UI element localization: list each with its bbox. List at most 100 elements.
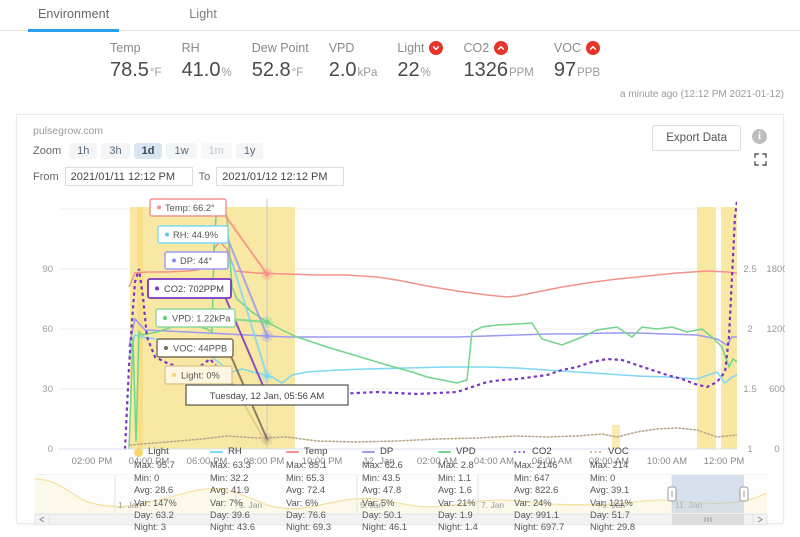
y-axis-right-vpd: 1 1.5 2 2.5 <box>743 264 756 455</box>
metric-vpd-number: 2.0 <box>329 59 357 81</box>
y-axis-left: 0 30 60 90 <box>42 264 53 455</box>
legend-light-var: Var: 147% <box>134 497 210 509</box>
legend-co2-day: Day: 991.1 <box>514 509 590 521</box>
y-left-tick-60: 60 <box>42 324 53 335</box>
metric-co2-label-text: CO2 <box>463 41 489 55</box>
metric-rh-number: 41.0 <box>182 59 221 81</box>
y-vpd-tick-1-5: 1.5 <box>743 384 756 395</box>
metric-vpd-label: VPD <box>329 40 378 56</box>
metric-light-value: 22% <box>397 59 443 82</box>
chart-credit: pulsegrow.com <box>33 125 103 137</box>
legend-name-voc: VOC <box>608 446 629 458</box>
point-label-vpd: VPD: 1.22kPa <box>156 309 235 327</box>
legend-rh-night: Night: 43.6 <box>210 521 286 533</box>
legend-item-vpd[interactable]: VPD Max: 2.8 Min: 1.1 Avg: 1.6 Var: 21% … <box>438 446 514 536</box>
y-co2-tick-1800: 1800 <box>766 264 785 275</box>
metric-rh-label: RH <box>182 40 232 56</box>
point-label-light-text: Light: 0% <box>181 371 220 381</box>
metric-dew-point: Dew Point 52.8°F <box>252 40 309 82</box>
legend-rh-var: Var: 7% <box>210 497 286 509</box>
metric-co2-unit: PPM <box>509 67 534 79</box>
metric-temp-number: 78.5 <box>110 59 149 81</box>
dp-swatch-icon <box>362 451 375 454</box>
legend-temp-min: Min: 65.3 <box>286 472 362 484</box>
export-data-button[interactable]: Export Data <box>652 125 741 151</box>
from-label: From <box>33 171 59 183</box>
zoom-button-1d[interactable]: 1d <box>134 143 163 159</box>
legend-item-co2[interactable]: CO2 Max: 2146 Min: 647 Avg: 822.6 Var: 2… <box>514 446 590 536</box>
metric-co2: CO2 1326PPM <box>463 40 533 82</box>
legend-temp-day: Day: 76.6 <box>286 509 362 521</box>
legend-item-rh[interactable]: RH Max: 63.3 Min: 32.2 Avg: 41.9 Var: 7%… <box>210 446 286 536</box>
to-label: To <box>199 171 211 183</box>
point-label-vpd-text: VPD: 1.22kPa <box>172 314 231 324</box>
legend-head-rh: RH <box>210 446 286 458</box>
info-icon[interactable]: i <box>752 129 767 144</box>
legend-name-co2: CO2 <box>532 446 552 458</box>
legend-name-temp: Temp <box>304 446 327 458</box>
metric-vpd-value: 2.0kPa <box>329 59 378 82</box>
tab-environment[interactable]: Environment <box>28 0 119 32</box>
point-label-co2-text: CO2: 702PPM <box>164 284 224 294</box>
legend-temp-max: Max: 85.1 <box>286 459 362 471</box>
legend-item-dp[interactable]: DP Max: 62.6 Min: 43.5 Avg: 47.8 Var: 5%… <box>362 446 438 536</box>
metrics-summary: Temp 78.5°F RH 41.0% Dew Point <box>0 31 800 109</box>
y-left-tick-30: 30 <box>42 384 53 395</box>
metric-co2-label: CO2 <box>463 40 533 56</box>
metric-light-label: Light <box>397 40 443 56</box>
fullscreen-icon[interactable] <box>754 153 767 166</box>
crosshair-tooltip-text: Tuesday, 12 Jan, 05:56 AM <box>210 391 325 402</box>
legend-item-temp[interactable]: Temp Max: 85.1 Min: 65.3 Avg: 72.4 Var: … <box>286 446 362 536</box>
legend-vpd-avg: Avg: 1.6 <box>438 484 514 496</box>
crosshair-tooltip: Tuesday, 12 Jan, 05:56 AM <box>186 385 348 405</box>
legend-co2-min: Min: 647 <box>514 472 590 484</box>
legend-dp-night: Night: 46.1 <box>362 521 438 533</box>
legend-head-temp: Temp <box>286 446 362 458</box>
chevron-down-icon <box>429 41 443 55</box>
zoom-range-selector: Zoom 1h 3h 1d 1w 1m 1y <box>33 143 263 159</box>
legend-name-vpd: VPD <box>456 446 476 458</box>
legend-light-avg: Avg: 28.6 <box>134 484 210 496</box>
legend-voc-day: Day: 51.7 <box>590 509 666 521</box>
y-co2-tick-600: 600 <box>769 384 785 395</box>
zoom-button-1m: 1m <box>201 143 232 159</box>
metric-voc-value: 97PPB <box>554 59 600 82</box>
y-vpd-tick-2: 2 <box>747 324 752 335</box>
legend-voc-night: Night: 29.8 <box>590 521 666 533</box>
zoom-button-1w[interactable]: 1w <box>166 143 196 159</box>
metric-temp-value: 78.5°F <box>110 59 162 82</box>
chevron-up-icon <box>586 41 600 55</box>
point-label-rh-text: RH: 44.9% <box>173 230 218 240</box>
legend-dp-var: Var: 5% <box>362 497 438 509</box>
metric-rh: RH 41.0% <box>182 40 232 82</box>
zoom-button-1y[interactable]: 1y <box>236 143 264 159</box>
point-label-temp-text: Temp: 66.2° <box>165 203 215 213</box>
legend-co2-avg: Avg: 822.6 <box>514 484 590 496</box>
zoom-button-1h[interactable]: 1h <box>69 143 97 159</box>
metric-dew-point-label-text: Dew Point <box>252 41 309 55</box>
voc-swatch-icon <box>590 451 603 454</box>
point-label-voc: VOC: 44PPB <box>157 339 233 357</box>
y-left-tick-90: 90 <box>42 264 53 275</box>
legend-head-co2: CO2 <box>514 446 590 458</box>
metric-voc: VOC 97PPB <box>554 40 600 82</box>
legend-co2-night: Night: 697.7 <box>514 521 590 533</box>
legend-item-voc[interactable]: VOC Max: 214 Min: 0 Avg: 39.1 Var: 121% … <box>590 446 666 536</box>
zoom-button-3h[interactable]: 3h <box>101 143 129 159</box>
metric-voc-unit: PPB <box>577 67 600 79</box>
legend-dp-min: Min: 43.5 <box>362 472 438 484</box>
legend-light-max: Max: 95.7 <box>134 459 210 471</box>
metric-dew-point-value: 52.8°F <box>252 59 309 82</box>
metric-vpd: VPD 2.0kPa <box>329 40 378 82</box>
legend-item-light[interactable]: Light Max: 95.7 Min: 0 Avg: 28.6 Var: 14… <box>134 446 210 536</box>
rh-swatch-icon <box>210 451 223 454</box>
legend-vpd-var: Var: 21% <box>438 497 514 509</box>
from-date-input[interactable] <box>65 167 193 186</box>
tab-light[interactable]: Light <box>179 0 227 29</box>
to-date-input[interactable] <box>216 167 344 186</box>
metric-light-number: 22 <box>397 59 419 81</box>
legend-head-dp: DP <box>362 446 438 458</box>
metric-dew-point-label: Dew Point <box>252 40 309 56</box>
legend-co2-var: Var: 24% <box>514 497 590 509</box>
y-axis-right-co2: 0 600 1200 1800 <box>766 264 785 455</box>
